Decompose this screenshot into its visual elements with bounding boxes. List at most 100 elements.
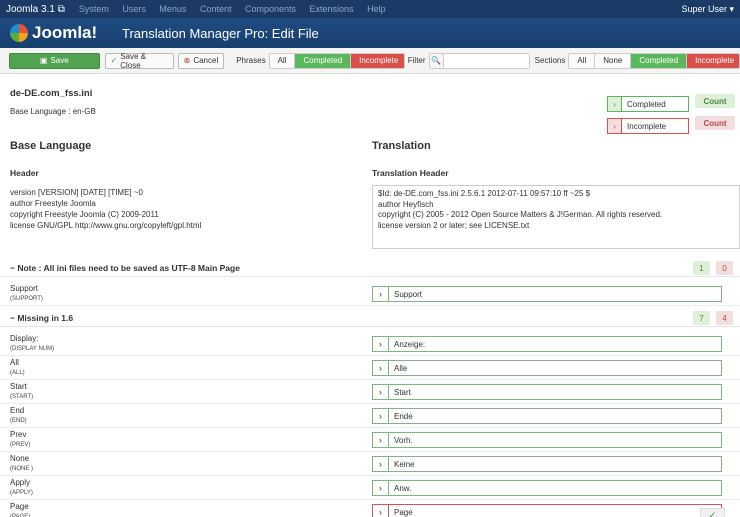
section-incomplete-count: 4 (716, 311, 733, 325)
chevron-right-icon: › (373, 385, 389, 399)
translation-input[interactable] (389, 435, 719, 445)
filter-field: 🔍 (428, 52, 530, 69)
sections-filter: All None Completed Incomplete (568, 52, 740, 69)
translation-header-textarea[interactable]: $Id: de-DE.com_fss.ini 2.5.6.1 2012-07-1… (372, 185, 740, 249)
translation-field: › (372, 456, 722, 472)
chevron-right-icon: › (373, 505, 389, 517)
chevron-right-icon: › (608, 119, 622, 133)
phrases-label: Phrases (236, 56, 266, 65)
joomla-logo-icon (10, 24, 28, 42)
sections-incomplete-button[interactable]: Incomplete (687, 53, 740, 68)
page-title: Translation Manager Pro: Edit File (122, 25, 319, 41)
table-row: Display: (DISPLAY NUM) › (0, 332, 740, 356)
menu-users[interactable]: Users (122, 4, 146, 14)
chevron-right-icon: › (373, 409, 389, 423)
joomla-version-link[interactable]: Joomla 3.1 ⧉ (6, 4, 65, 15)
table-row: All (ALL) › (0, 356, 740, 380)
translation-input[interactable] (389, 411, 719, 421)
menu-extensions[interactable]: Extensions (310, 4, 354, 14)
table-row: Page (PAGE) › (0, 500, 740, 517)
row-label: Start (START) (10, 382, 34, 400)
section-header-missing-16[interactable]: − Missing in 1.6 (0, 309, 740, 327)
search-icon: 🔍 (429, 53, 444, 68)
sections-label: Sections (534, 56, 566, 65)
chevron-right-icon: › (373, 361, 389, 375)
page-header: Joomla! Translation Manager Pro: Edit Fi… (0, 18, 740, 48)
translation-field: › (372, 480, 722, 496)
translation-header-title: Translation Header (372, 168, 449, 178)
row-label: None (NONE ) (10, 454, 33, 472)
chevron-right-icon: › (373, 457, 389, 471)
base-language-info: Base Language : en-GB (10, 107, 96, 116)
sections-none-button[interactable]: None (595, 53, 632, 68)
menu-components[interactable]: Components (245, 4, 296, 14)
translation-field: › (372, 504, 722, 517)
row-label: Page (PAGE) (10, 502, 31, 517)
phrases-completed-button[interactable]: Completed (295, 53, 352, 68)
translation-input[interactable] (389, 507, 719, 517)
row-label: Support (SUPPORT) (10, 284, 43, 302)
phrases-incomplete-button[interactable]: Incomplete (351, 53, 404, 68)
table-row: Start (START) › (0, 380, 740, 404)
phrases-all-button[interactable]: All (269, 53, 296, 68)
translation-field: › (372, 336, 722, 352)
check-icon: ✓ (708, 509, 717, 517)
translation-input[interactable] (389, 459, 719, 469)
translation-field: › (372, 384, 722, 400)
completed-count-button[interactable]: Count (695, 94, 735, 108)
chevron-right-icon: › (373, 481, 389, 495)
legend-incomplete: › Incomplete (607, 118, 689, 134)
table-row: None (NONE ) › (0, 452, 740, 476)
section-completed-count: 1 (693, 261, 710, 275)
menu-menus[interactable]: Menus (159, 4, 186, 14)
base-language-title: Base Language (10, 140, 92, 152)
admin-menu: System Users Menus Content Components Ex… (79, 4, 397, 14)
table-row: End (END) › (0, 404, 740, 428)
translation-title: Translation (372, 140, 431, 152)
row-label: Display: (DISPLAY NUM) (10, 334, 55, 352)
row-label: Prev (PREV) (10, 430, 31, 448)
translation-input[interactable] (389, 363, 719, 373)
chevron-right-icon: › (373, 287, 389, 301)
filter-label: Filter (407, 56, 426, 65)
translation-input[interactable] (389, 387, 719, 397)
mark-complete-button[interactable]: ✓ (700, 508, 725, 517)
file-name: de-DE.com_fss.ini (10, 88, 93, 99)
section-completed-count: 7 (693, 311, 710, 325)
user-menu[interactable]: Super User ▾ (681, 4, 734, 15)
row-label: End (END) (10, 406, 27, 424)
sections-completed-button[interactable]: Completed (631, 53, 688, 68)
chevron-right-icon: › (373, 433, 389, 447)
joomla-logo: Joomla! (10, 23, 122, 43)
toolbar: ▣ Save ✓ Save & Close ⊗ Cancel Phrases All … (0, 48, 740, 74)
cancel-button[interactable]: ⊗ Cancel (177, 52, 225, 69)
save-icon: ▣ (39, 56, 48, 65)
chevron-right-icon: › (373, 337, 389, 351)
save-button[interactable]: ▣ Save (9, 52, 100, 69)
legend-completed: › Completed (607, 96, 689, 112)
base-header-text: version [VERSION] [DATE] [TIME] ~0 autho… (10, 188, 202, 230)
save-close-button[interactable]: ✓ Save & Close (104, 52, 174, 70)
table-row: Support (SUPPORT) › (0, 282, 740, 306)
translation-input[interactable] (389, 483, 719, 493)
filter-input[interactable] (443, 53, 529, 68)
menu-system[interactable]: System (79, 4, 109, 14)
section-header-main-page[interactable]: − Note : All ini files need to be saved … (0, 259, 740, 277)
translation-field: › (372, 286, 722, 302)
external-link-icon: ⧉ (57, 3, 65, 15)
menu-content[interactable]: Content (200, 4, 232, 14)
table-row: Apply (APPLY) › (0, 476, 740, 500)
incomplete-count-button[interactable]: Count (695, 116, 735, 130)
sections-all-button[interactable]: All (569, 53, 596, 68)
section-incomplete-count: 0 (716, 261, 733, 275)
table-row: Prev (PREV) › (0, 428, 740, 452)
base-header-title: Header (10, 168, 39, 178)
translation-field: › (372, 360, 722, 376)
translation-field: › (372, 432, 722, 448)
check-icon: ✓ (110, 56, 118, 65)
translation-input[interactable] (389, 289, 719, 299)
translation-input[interactable] (389, 339, 719, 349)
cancel-icon: ⊗ (183, 56, 191, 65)
menu-help[interactable]: Help (367, 4, 386, 14)
phrases-filter: All Completed Incomplete (268, 52, 405, 69)
